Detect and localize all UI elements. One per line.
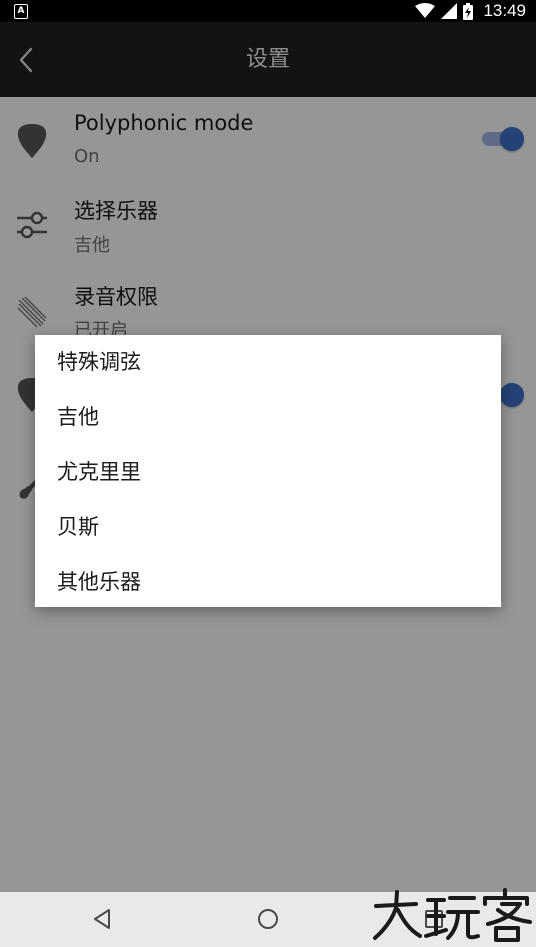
option-label: 特殊调弦: [57, 350, 141, 374]
option-label: 其他乐器: [57, 570, 141, 594]
back-triangle-icon: [94, 909, 110, 929]
status-time: 13:49: [483, 1, 526, 20]
dialog-option-guitar[interactable]: 吉他: [35, 390, 501, 444]
battery-charging-icon: [463, 2, 474, 20]
signal-icon: [441, 3, 458, 19]
status-icons: 13:49: [415, 0, 526, 22]
option-label: 贝斯: [57, 515, 99, 539]
dialog-option-ukulele[interactable]: 尤克里里: [35, 445, 501, 499]
dialog-option-bass[interactable]: 贝斯: [35, 500, 501, 554]
status-bar: A 13:49: [0, 0, 536, 22]
watermark-logo: [370, 886, 536, 944]
wifi-icon: [415, 3, 436, 18]
option-label: 吉他: [57, 405, 99, 429]
nav-back-button[interactable]: [80, 899, 124, 939]
option-label: 尤克里里: [57, 460, 141, 484]
notification-a-icon: A: [14, 4, 28, 19]
dialog-option-special-tuning[interactable]: 特殊调弦: [35, 335, 501, 389]
screen: A 13:49 设置 Polyphonic mode On 选择乐器 吉他 录音…: [0, 0, 536, 947]
instrument-dialog: 特殊调弦 吉他 尤克里里 贝斯 其他乐器: [35, 335, 501, 607]
nav-home-button[interactable]: [246, 899, 290, 939]
home-circle-icon: [258, 909, 278, 929]
dialog-option-other[interactable]: 其他乐器: [35, 555, 501, 609]
